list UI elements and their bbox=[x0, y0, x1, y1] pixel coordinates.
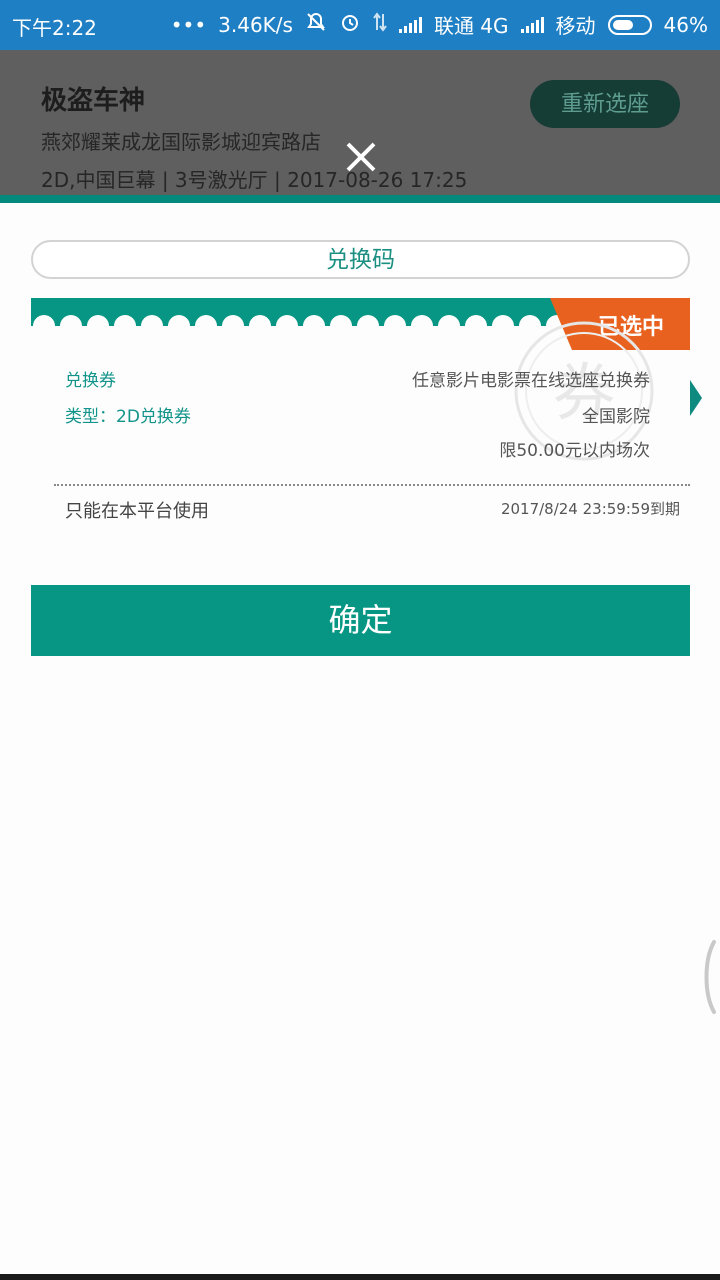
battery-level: 46% bbox=[663, 12, 708, 37]
edge-swipe-handle-icon[interactable] bbox=[702, 940, 716, 1014]
network-speed: 3.46K/s bbox=[218, 12, 293, 37]
signal-icon-2 bbox=[520, 16, 544, 33]
movie-title: 极盗车神 bbox=[41, 86, 146, 116]
coupon-description: 任意影片电影票在线选座兑换券 bbox=[412, 371, 650, 391]
bottom-edge bbox=[0, 1274, 720, 1280]
header-divider bbox=[0, 195, 720, 203]
coupon-expiry: 2017/8/24 23:59:59到期 bbox=[500, 500, 680, 518]
status-bar: 下午2:22 ••• 3.46K/s 联通 4G 移动 46% bbox=[0, 0, 720, 50]
reselect-seat-button[interactable]: 重新选座 bbox=[530, 80, 680, 128]
exchange-code-button[interactable]: 兑换码 bbox=[31, 240, 690, 279]
coupon-arrow-icon[interactable] bbox=[690, 380, 702, 416]
close-icon[interactable] bbox=[340, 136, 382, 178]
confirm-button[interactable]: 确定 bbox=[31, 585, 690, 656]
movie-header: 极盗车神 燕郊耀莱成龙国际影城迎宾路店 2D,中国巨幕 | 3号激光厅 | 20… bbox=[0, 50, 720, 195]
signal-icon bbox=[398, 16, 422, 33]
alarm-icon bbox=[339, 11, 361, 38]
coupon-usage-note: 只能在本平台使用 bbox=[65, 501, 209, 522]
carrier-1: 联通 4G bbox=[433, 14, 509, 38]
cinema-name: 燕郊耀莱成龙国际影城迎宾路店 bbox=[41, 130, 321, 154]
coupon-type: 类型：2D兑换券 bbox=[65, 407, 191, 427]
more-dots-icon: ••• bbox=[170, 12, 207, 37]
battery-icon bbox=[607, 14, 652, 35]
coupon-sheet: 兑换码 已选中 券 兑换券 类型：2D兑换券 任意影片电影票在线选座兑换券 全国… bbox=[0, 203, 720, 1280]
coupon-price-limit: 限50.00元以内场次 bbox=[499, 441, 650, 461]
status-time: 下午2:22 bbox=[12, 16, 97, 40]
coupon-card[interactable]: 已选中 券 兑换券 类型：2D兑换券 任意影片电影票在线选座兑换券 全国影院 限… bbox=[31, 298, 702, 538]
carrier-2: 移动 bbox=[555, 14, 596, 38]
session-info: 2D,中国巨幕 | 3号激光厅 | 2017-08-26 17:25 bbox=[41, 168, 468, 192]
data-transfer-icon bbox=[373, 12, 387, 37]
coupon-scope: 全国影院 bbox=[582, 407, 650, 427]
coupon-name: 兑换券 bbox=[65, 371, 116, 391]
coupon-divider bbox=[54, 484, 690, 486]
mute-icon bbox=[305, 11, 327, 38]
